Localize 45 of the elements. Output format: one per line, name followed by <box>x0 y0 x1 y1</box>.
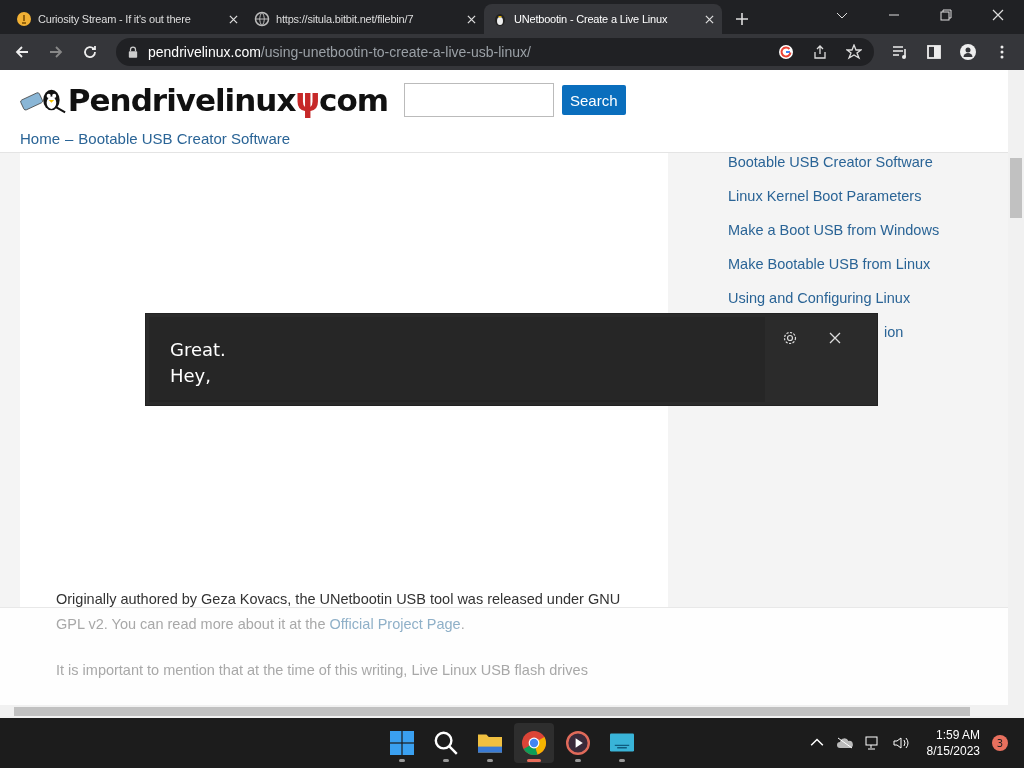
taskbar-app[interactable] <box>514 723 554 763</box>
penguin-icon <box>492 11 508 27</box>
share-icon[interactable] <box>812 44 828 60</box>
chrome-icon <box>522 731 546 755</box>
article-text: Originally authored by Geza Kovacs, the UNetbootin USB tool was released under GNU <box>56 591 622 609</box>
address-bar[interactable]: pendrivelinux.com/using-unetbootin-to-create-a-live-usb-linux/ <box>116 38 874 66</box>
speaker-icon[interactable] <box>892 736 909 750</box>
sidebar-link[interactable]: Linux Kernel Boot Parameters <box>728 188 940 222</box>
clock[interactable]: 1:59 AM 8/15/2023 <box>926 727 980 759</box>
star-icon[interactable] <box>846 44 862 60</box>
breadcrumb-link[interactable]: Home <box>20 130 60 147</box>
restore-icon[interactable] <box>940 9 952 21</box>
browser-tab[interactable]: UNetbootin - Create a Live Linux <box>484 4 722 34</box>
play-icon <box>566 731 590 755</box>
settings-icon[interactable] <box>782 330 798 346</box>
search-field[interactable] <box>404 83 554 117</box>
new-tab-icon[interactable] <box>736 13 748 25</box>
horizontal-scrollbar[interactable] <box>0 705 1024 718</box>
notification-badge[interactable]: 3 <box>992 735 1008 751</box>
sidebar-link[interactable]: Bootable USB Creator Software <box>728 154 940 188</box>
breadcrumb-separator: – <box>65 130 74 147</box>
browser-tab[interactable]: Curiosity Stream - If it's out there <box>8 4 246 34</box>
site-logo[interactable]: Pendrivelinuxψcom <box>67 82 388 118</box>
cloud-icon[interactable] <box>836 736 853 750</box>
close-icon[interactable] <box>467 14 476 24</box>
google-icon[interactable] <box>778 44 794 60</box>
search-icon <box>434 731 458 755</box>
close-icon[interactable] <box>992 9 1004 21</box>
faded-article-text: GPL v2. You can read more about it at the Official Project Page. <box>56 616 466 632</box>
search-button[interactable]: Search <box>562 85 626 115</box>
windows-icon <box>390 731 414 755</box>
sidebar-link[interactable]: Make a Boot USB from Windows <box>728 222 940 256</box>
faded-article-text: It is important to mention that at the time of this writing, Live Linux USB flash drives <box>56 662 589 678</box>
browser-tab[interactable]: https://situla.bitbit.net/filebin/7 <box>246 4 484 34</box>
close-icon[interactable] <box>229 14 238 24</box>
breadcrumb-link[interactable]: Bootable USB Creator Software <box>78 130 291 147</box>
globe-icon <box>254 11 270 27</box>
close-icon[interactable] <box>829 332 841 344</box>
sidebar-link[interactable]: Make Bootable USB from Linux <box>728 256 940 290</box>
close-icon[interactable] <box>705 14 714 24</box>
lock-icon <box>128 46 138 58</box>
notification-text: Great. <box>170 338 227 362</box>
url-text: pendrivelinux.com/using-unetbootin-to-create-a-live-usb-linux/ <box>148 44 531 60</box>
notification-text: Hey, <box>170 364 212 388</box>
network-icon[interactable] <box>864 736 881 750</box>
